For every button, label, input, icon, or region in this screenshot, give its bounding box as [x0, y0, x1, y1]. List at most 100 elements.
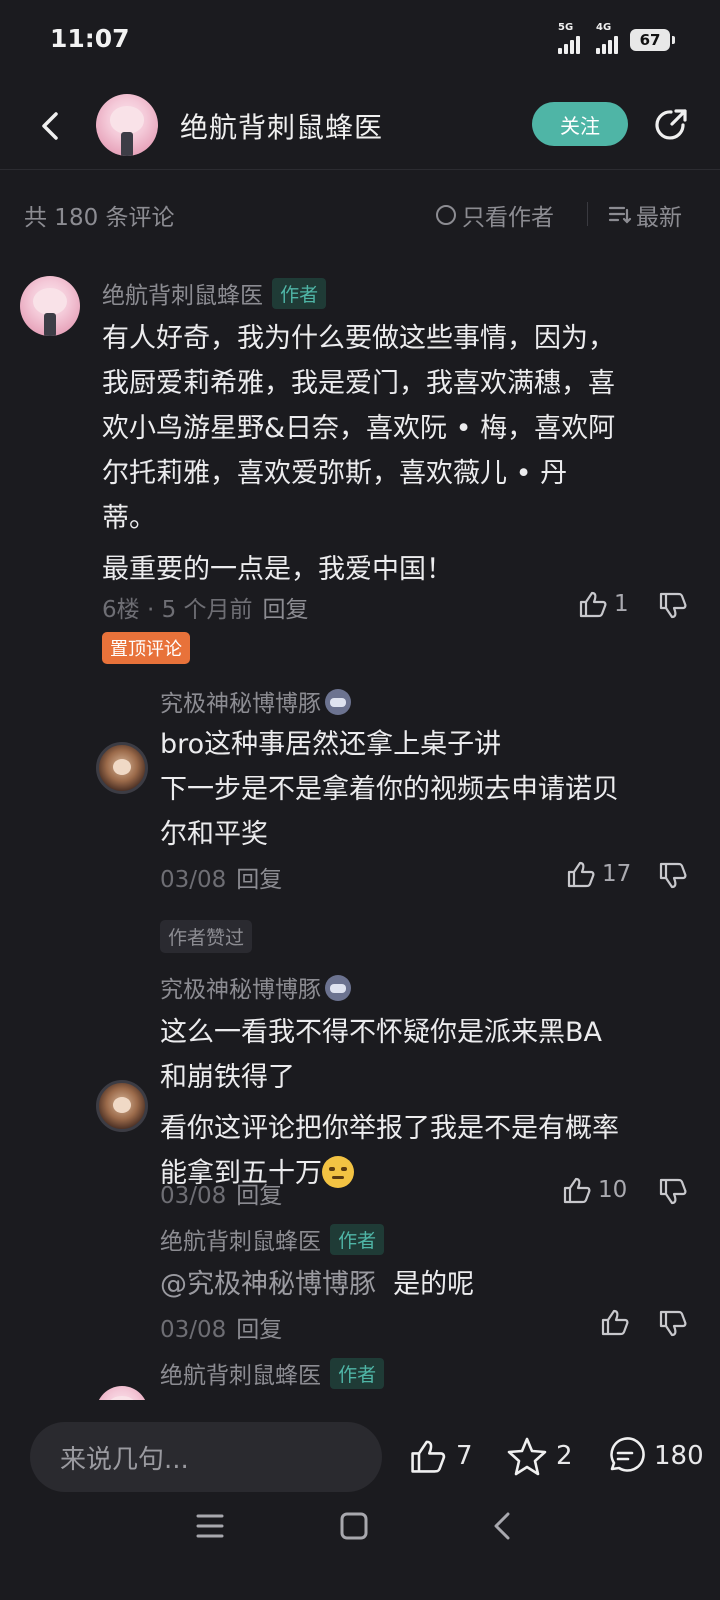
top-header: 绝航背刺鼠蜂医 关注 [0, 80, 720, 170]
comment-count: 共 180 条评论 [24, 205, 175, 231]
like-button[interactable]: 1 [578, 590, 629, 618]
like-button[interactable]: 10 [562, 1176, 627, 1204]
author-badge: 作者 [330, 1224, 385, 1255]
favorite-count: 2 [556, 1441, 573, 1471]
only-author-toggle[interactable]: 只看作者 [436, 198, 554, 232]
favorite-button[interactable]: 2 [506, 1436, 573, 1476]
status-time: 11:07 [50, 24, 130, 53]
battery-icon: 67 [630, 29, 675, 51]
sort-newest[interactable]: 最新 [608, 198, 682, 232]
reply-line: 下一步是不是拿着你的视频去申请诺贝 [160, 774, 619, 805]
reply-button[interactable]: 回复 [236, 1183, 282, 1209]
reply-avatar[interactable] [96, 1080, 148, 1132]
star-icon [507, 1437, 547, 1476]
comment-line: 尔托莉雅，喜欢爱弥斯，喜欢薇儿 • 丹 [102, 458, 568, 489]
thumbs-down-icon[interactable] [658, 1178, 688, 1206]
comment-floor-time: 6楼 · 5 个月前 [102, 597, 253, 623]
reply-name[interactable]: 绝航背刺鼠蜂医 [160, 1363, 321, 1389]
follow-button[interactable]: 关注 [532, 102, 628, 146]
nav-back-button[interactable] [482, 1506, 522, 1546]
thumbs-down-icon[interactable] [658, 862, 688, 890]
reply-date: 03/08 [160, 1183, 227, 1209]
reply-name[interactable]: 究极神秘博博豚 [160, 977, 321, 1003]
reply-body: @究极神秘博博豚 是的呢 [160, 1262, 690, 1307]
reply-line: 看你这评论把你举报了我是不是有概率 [160, 1113, 619, 1144]
thumbs-up-icon [567, 861, 595, 888]
game-controller-icon [325, 975, 351, 1001]
reply-date: 03/08 [160, 867, 227, 893]
thumbs-down-icon[interactable] [658, 1310, 688, 1338]
author-avatar[interactable] [96, 94, 158, 156]
signal-5g-icon: 5G [558, 22, 580, 54]
share-icon[interactable] [650, 104, 692, 146]
comment-body: 有人好奇，我为什么要做这些事情，因为， 我厨爱莉希雅，我是爱门，我喜欢满穗，喜 … [102, 316, 682, 592]
comment-line: 有人好奇，我为什么要做这些事情，因为， [102, 323, 615, 354]
bottom-bar: 来说几句... 7 2 180 [0, 1400, 720, 1600]
commenter-avatar[interactable] [20, 276, 80, 336]
comment-meta: 6楼 · 5 个月前 回复 [102, 590, 309, 624]
reply-line: bro这种事居然还拿上桌子讲 [160, 729, 502, 760]
like-button[interactable]: 17 [566, 860, 631, 888]
reply-header: 究极神秘博博豚 [160, 970, 351, 1004]
comments-button[interactable]: 180 [604, 1436, 704, 1476]
signal-4g-icon: 4G [596, 22, 618, 54]
reply-body: 这么一看我不得不怀疑你是派来黑BA 和崩铁得了 看你这评论把你举报了我是不是有概… [160, 1010, 690, 1196]
like-count: 1 [614, 591, 629, 617]
reply-meta: 03/08 回复 [160, 860, 282, 894]
reply-button[interactable]: 回复 [236, 1317, 282, 1343]
author-liked-badge: 作者赞过 [160, 920, 253, 953]
only-author-label: 只看作者 [462, 205, 554, 231]
reply-meta: 03/08 回复 [160, 1310, 282, 1344]
reply-button[interactable]: 回复 [263, 597, 309, 623]
reply-meta: 03/08 回复 [160, 1176, 282, 1210]
comment-line: 欢小鸟游星野&日奈，喜欢阮 • 梅，喜欢阿 [102, 413, 616, 444]
reply-avatar[interactable] [96, 742, 148, 794]
filter-divider [587, 202, 588, 226]
comment-line: 蒂。 [102, 503, 156, 534]
back-icon[interactable] [32, 108, 68, 144]
reply-name[interactable]: 究极神秘博博豚 [160, 691, 321, 717]
reply-name[interactable]: 绝航背刺鼠蜂医 [160, 1229, 321, 1255]
thumbs-up-icon [563, 1177, 591, 1204]
post-like-count: 7 [456, 1441, 473, 1471]
status-indicators: 5G 4G 67 [558, 22, 675, 54]
thumbs-up-icon [411, 1440, 446, 1473]
post-like-button[interactable]: 7 [408, 1438, 473, 1474]
mention-link[interactable]: @究极神秘博博豚 [160, 1269, 376, 1300]
radio-circle-icon [436, 205, 456, 225]
thumbs-down-icon[interactable] [658, 592, 688, 620]
like-count: 17 [602, 861, 632, 887]
reply-date: 03/08 [160, 1317, 227, 1343]
author-badge: 作者 [272, 278, 327, 309]
reply-header: 绝航背刺鼠蜂医 作者 [160, 1356, 385, 1390]
reply-body: bro这种事居然还拿上桌子讲 下一步是不是拿着你的视频去申请诺贝 尔和平奖 [160, 722, 690, 857]
reply-line: 尔和平奖 [160, 819, 268, 850]
comment-header: 绝航背刺鼠蜂医 作者 [102, 276, 327, 310]
menu-icon [196, 1514, 224, 1538]
game-controller-icon [325, 689, 351, 715]
author-badge: 作者 [330, 1358, 385, 1389]
nav-menu-button[interactable] [190, 1506, 230, 1546]
thumbs-up-icon[interactable] [600, 1308, 630, 1336]
thinking-emoji-icon [322, 1156, 354, 1188]
reply-line: 和崩铁得了 [160, 1062, 295, 1093]
reply-header: 究极神秘博博豚 [160, 684, 351, 718]
reply-header: 绝航背刺鼠蜂医 作者 [160, 1222, 385, 1256]
pinned-badge: 置顶评论 [102, 632, 190, 664]
reply-button[interactable]: 回复 [236, 867, 282, 893]
commenter-name[interactable]: 绝航背刺鼠蜂医 [102, 283, 263, 309]
reply-line: 这么一看我不得不怀疑你是派来黑BA [160, 1017, 602, 1048]
sort-newest-label: 最新 [636, 205, 682, 231]
comment-bubble-icon [610, 1437, 645, 1472]
page-title: 绝航背刺鼠蜂医 [180, 111, 384, 144]
home-square-icon [340, 1512, 368, 1540]
like-count: 10 [598, 1177, 628, 1203]
comment-input[interactable]: 来说几句... [30, 1422, 382, 1492]
nav-home-button[interactable] [334, 1506, 374, 1546]
nav-back-icon [494, 1512, 510, 1540]
comment-line: 我厨爱莉希雅，我是爱门，我喜欢满穗，喜 [102, 368, 615, 399]
reply-text: 是的呢 [393, 1269, 475, 1300]
comments-count: 180 [654, 1441, 704, 1471]
thumbs-up-icon [579, 591, 607, 618]
comment-line: 最重要的一点是，我爱中国！ [102, 554, 453, 585]
